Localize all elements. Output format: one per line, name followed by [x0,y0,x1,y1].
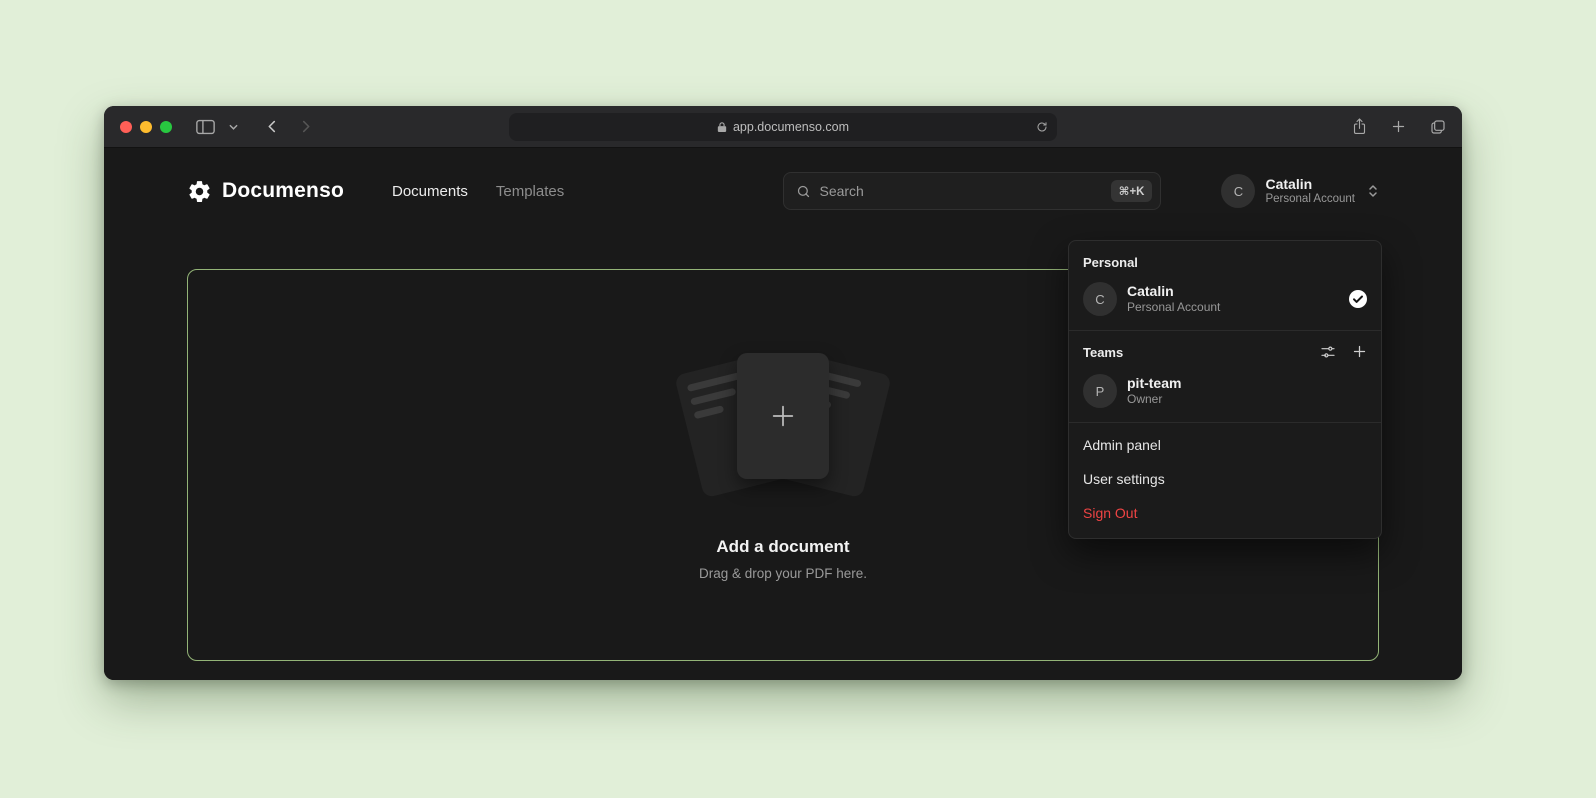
teams-section-label: Teams [1083,345,1123,360]
sidebar-toggle-icon[interactable] [196,119,215,135]
menu-divider [1069,330,1381,331]
check-circle-icon [1349,290,1367,308]
document-card-add [737,353,829,479]
share-icon[interactable] [1352,117,1367,136]
brand-name: Documenso [222,179,344,203]
app-page: Documenso Documents Templates ⌘+K C C [104,165,1462,680]
menu-item-admin-panel[interactable]: Admin panel [1069,428,1381,462]
personal-account-item[interactable]: C Catalin Personal Account [1069,276,1381,326]
traffic-lights [120,121,172,133]
url-text: app.documenso.com [733,120,849,134]
search-shortcut-badge: ⌘+K [1111,180,1153,202]
personal-section-label: Personal [1069,249,1381,276]
personal-account-subtitle: Personal Account [1127,300,1339,315]
chevron-up-down-icon [1367,183,1379,199]
team-avatar: P [1083,374,1117,408]
account-dropdown-menu: Personal C Catalin Personal Account Team… [1068,240,1382,539]
menu-item-user-settings[interactable]: User settings [1069,462,1381,496]
manage-teams-icon[interactable] [1320,344,1336,360]
search-bar[interactable]: ⌘+K [783,172,1161,210]
new-tab-icon[interactable] [1391,119,1406,134]
nav-documents[interactable]: Documents [392,183,468,200]
tab-overview-icon[interactable] [1430,119,1446,135]
menu-divider [1069,422,1381,423]
brand[interactable]: Documenso [187,179,344,204]
plus-icon [767,400,799,432]
personal-account-avatar: C [1083,282,1117,316]
address-bar[interactable]: app.documenso.com [509,113,1057,141]
lock-icon [717,121,727,133]
app-header: Documenso Documents Templates ⌘+K C C [187,165,1379,217]
team-role: Owner [1127,392,1367,407]
menu-item-sign-out[interactable]: Sign Out [1069,496,1381,530]
main-nav: Documents Templates [392,183,564,200]
account-avatar: C [1221,174,1255,208]
search-input[interactable] [819,183,1102,199]
browser-window: app.documenso.com [104,106,1462,680]
team-name: pit-team [1127,375,1367,392]
documenso-logo-icon [187,179,212,204]
account-name: Catalin [1265,176,1355,192]
close-window-button[interactable] [120,121,132,133]
browser-toolbar: app.documenso.com [104,106,1462,148]
search-icon [796,184,811,199]
personal-account-name: Catalin [1127,283,1339,300]
sidebar-chevron-down-icon[interactable] [229,124,238,130]
zoom-window-button[interactable] [160,121,172,133]
nav-templates[interactable]: Templates [496,183,564,200]
team-item[interactable]: P pit-team Owner [1069,368,1381,418]
account-type: Personal Account [1265,192,1355,206]
forward-button[interactable] [297,118,314,135]
minimize-window-button[interactable] [140,121,152,133]
dropzone-subtitle: Drag & drop your PDF here. [699,566,867,581]
teams-section-header: Teams [1069,336,1381,368]
add-team-icon[interactable] [1352,344,1367,360]
dropzone-title: Add a document [716,537,849,557]
document-cards-illustration [672,349,894,511]
back-button[interactable] [264,118,281,135]
reload-icon[interactable] [1036,121,1048,133]
account-menu-trigger[interactable]: C Catalin Personal Account [1221,174,1379,208]
